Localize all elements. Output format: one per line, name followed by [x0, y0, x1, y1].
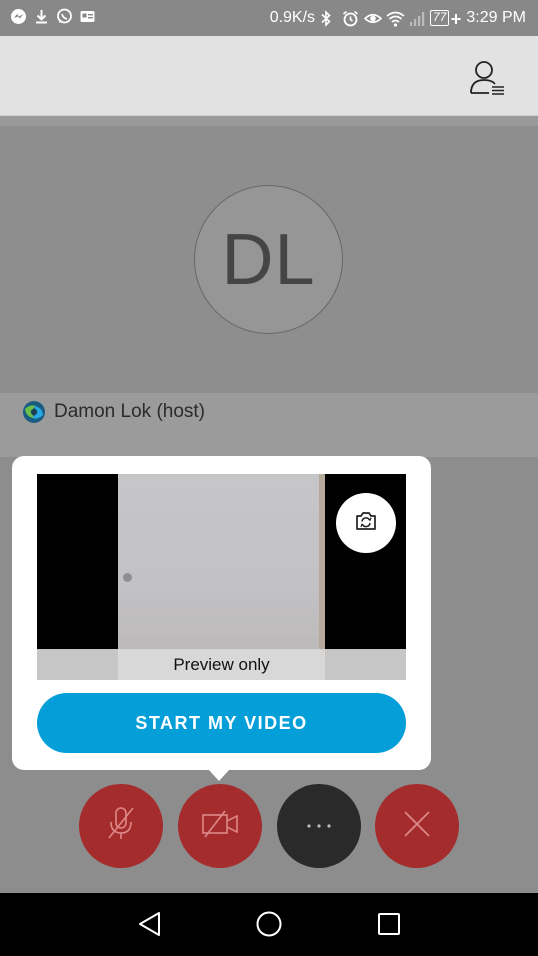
microphone-off-icon: [104, 804, 138, 849]
recents-button[interactable]: [374, 909, 404, 939]
alarm-icon: [342, 10, 359, 27]
bluetooth-icon: [320, 9, 337, 27]
system-status: 0.9K/s 77 3:29 PM: [270, 8, 526, 28]
start-my-video-button[interactable]: START MY VIDEO: [37, 693, 406, 753]
wifi-icon: [386, 10, 405, 27]
network-speed: 0.9K/s: [269, 9, 316, 26]
back-icon: [135, 912, 165, 943]
video-button[interactable]: [178, 784, 262, 868]
recents-icon: [374, 913, 404, 943]
status-bar: 0.9K/s 77 3:29 PM: [0, 0, 538, 36]
avatar: DL: [194, 185, 343, 334]
battery-icon: 77: [430, 10, 450, 26]
battery-indicator: 77: [430, 10, 461, 26]
signal-icon: [408, 10, 425, 27]
participants-button[interactable]: [468, 58, 508, 98]
eye-icon: [363, 10, 383, 27]
app-header: [0, 36, 538, 116]
more-button[interactable]: [277, 784, 361, 868]
top-divider: [0, 116, 538, 126]
charging-plus-icon: [451, 12, 461, 24]
mute-button[interactable]: [79, 784, 163, 868]
id-card-icon: [79, 8, 96, 25]
switch-camera-button[interactable]: [336, 493, 396, 553]
leave-button[interactable]: [375, 784, 459, 868]
host-name: Damon Lok (host): [54, 401, 206, 422]
webex-logo-icon: [22, 400, 46, 424]
avatar-initials: DL: [221, 219, 316, 300]
participant-name-row: Damon Lok (host): [0, 393, 538, 457]
more-dots-icon: [304, 817, 334, 835]
whatsapp-icon: [56, 8, 73, 25]
download-icon: [33, 8, 50, 25]
camera-preview: Preview only: [37, 474, 406, 680]
participants-list-icon: [468, 61, 508, 102]
back-button[interactable]: [135, 909, 165, 939]
notification-icons: [10, 8, 96, 25]
home-icon: [254, 911, 284, 943]
messenger-icon: [10, 8, 27, 25]
switch-camera-icon: [352, 507, 380, 540]
feed-detail: [123, 573, 132, 582]
close-icon: [402, 809, 432, 844]
preview-label-bar: Preview only: [37, 649, 406, 680]
camera-off-icon: [200, 807, 240, 846]
popup-pointer: [208, 769, 230, 781]
video-preview-popup: Preview only START MY VIDEO: [12, 456, 431, 770]
navigation-bar: [0, 893, 538, 956]
home-button[interactable]: [254, 909, 284, 939]
preview-label: Preview only: [173, 655, 270, 674]
active-speaker-area: DL: [0, 126, 538, 393]
clock: 3:29 PM: [466, 9, 526, 26]
